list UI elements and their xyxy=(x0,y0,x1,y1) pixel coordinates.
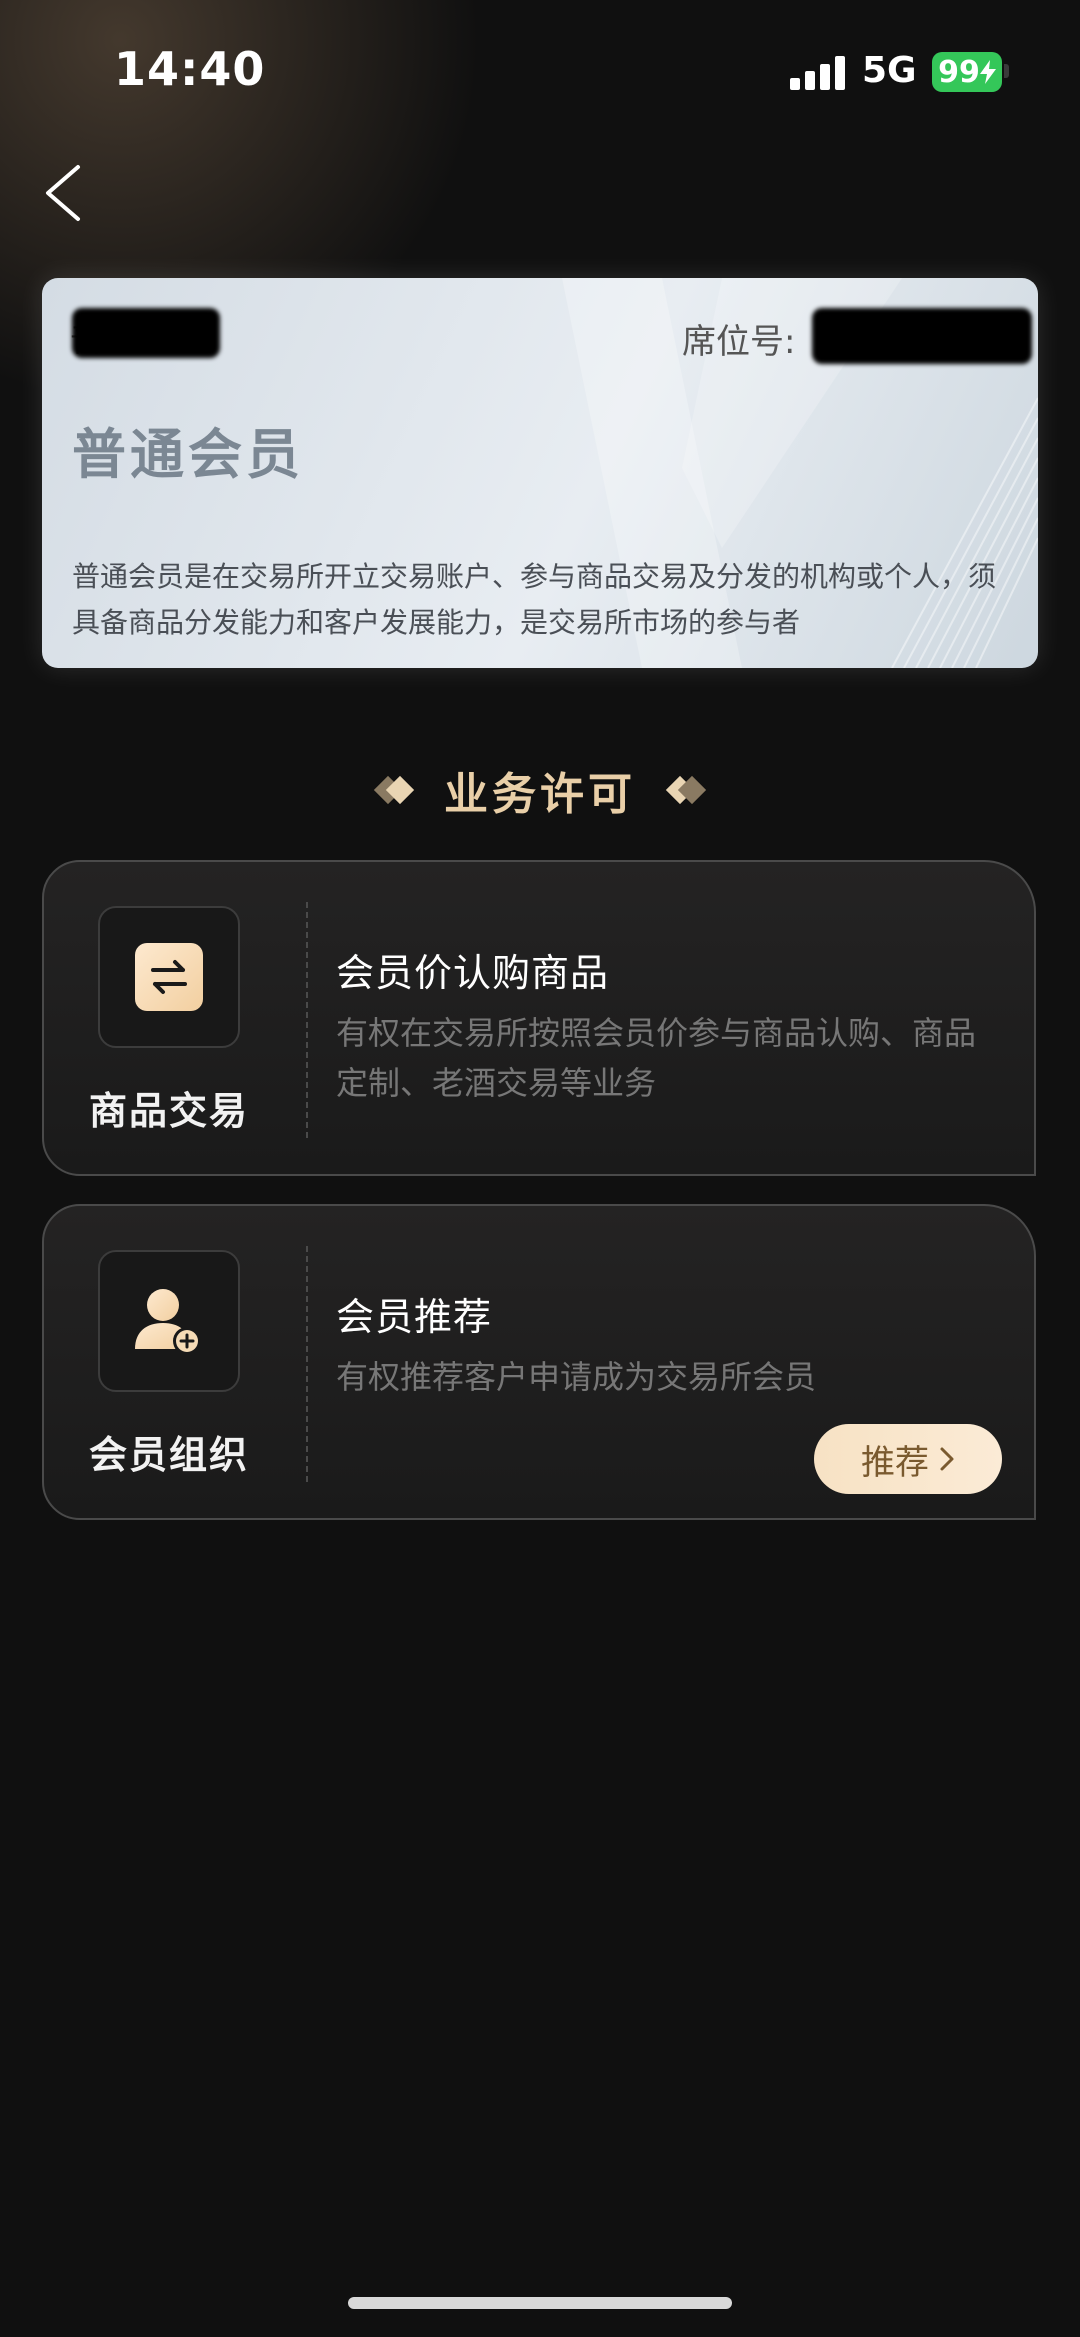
member-card: 普 席位号: 普通会员 普通会员是在交易所开立交易账户、参与商品交易及分发的机构… xyxy=(42,278,1038,668)
permission-icon-box xyxy=(98,1250,240,1392)
chevron-right-icon xyxy=(940,1447,954,1471)
recommend-button[interactable]: 推荐 xyxy=(814,1424,1002,1494)
exchange-arrows-icon xyxy=(135,943,203,1011)
section-heading: 业务许可 xyxy=(0,760,1080,820)
permission-icon-box xyxy=(98,906,240,1048)
member-level-description: 普通会员是在交易所开立交易账户、参与商品交易及分发的机构或个人，须具备商品分发能… xyxy=(72,560,997,639)
battery-icon: 99 xyxy=(932,52,1002,92)
battery-level: 99 xyxy=(938,54,980,90)
permission-divider xyxy=(306,902,308,1138)
permission-title: 会员推荐 xyxy=(336,1295,493,1339)
seat-number-label: 席位号: xyxy=(682,322,796,362)
add-user-icon xyxy=(135,1289,201,1355)
status-bar: 14:40 5G 99 xyxy=(0,0,1080,140)
back-button[interactable] xyxy=(38,155,98,225)
recommend-button-label: 推荐 xyxy=(861,1442,929,1483)
home-indicator[interactable] xyxy=(348,2297,732,2309)
diamond-left-icon xyxy=(373,775,415,805)
permission-category-label: 商品交易 xyxy=(88,1089,249,1133)
member-level-title: 普通会员 xyxy=(72,423,304,486)
permission-title: 会员价认购商品 xyxy=(336,951,610,995)
permission-card-organization: 会员组织 会员推荐 有权推荐客户申请成为交易所会员 推荐 xyxy=(42,1204,1036,1520)
battery-cap xyxy=(1004,64,1009,78)
diamond-right-icon xyxy=(665,775,707,805)
network-label: 5G xyxy=(862,50,917,91)
permission-category-label: 会员组织 xyxy=(88,1433,249,1477)
redacted-seat-number xyxy=(812,308,1032,364)
status-time: 14:40 xyxy=(114,42,266,96)
permission-divider xyxy=(306,1246,308,1482)
permission-description: 有权推荐客户申请成为交易所会员 xyxy=(336,1358,817,1396)
signal-icon xyxy=(790,56,846,90)
permission-card-trading: 商品交易 会员价认购商品 有权在交易所按照会员价参与商品认购、商品定制、老酒交易… xyxy=(42,860,1036,1176)
chevron-left-icon xyxy=(46,165,80,221)
charging-bolt-icon xyxy=(979,60,996,84)
section-title: 业务许可 xyxy=(444,769,636,820)
redacted-member-name xyxy=(72,308,220,358)
permission-description: 有权在交易所按照会员价参与商品认购、商品定制、老酒交易等业务 xyxy=(336,1014,977,1102)
